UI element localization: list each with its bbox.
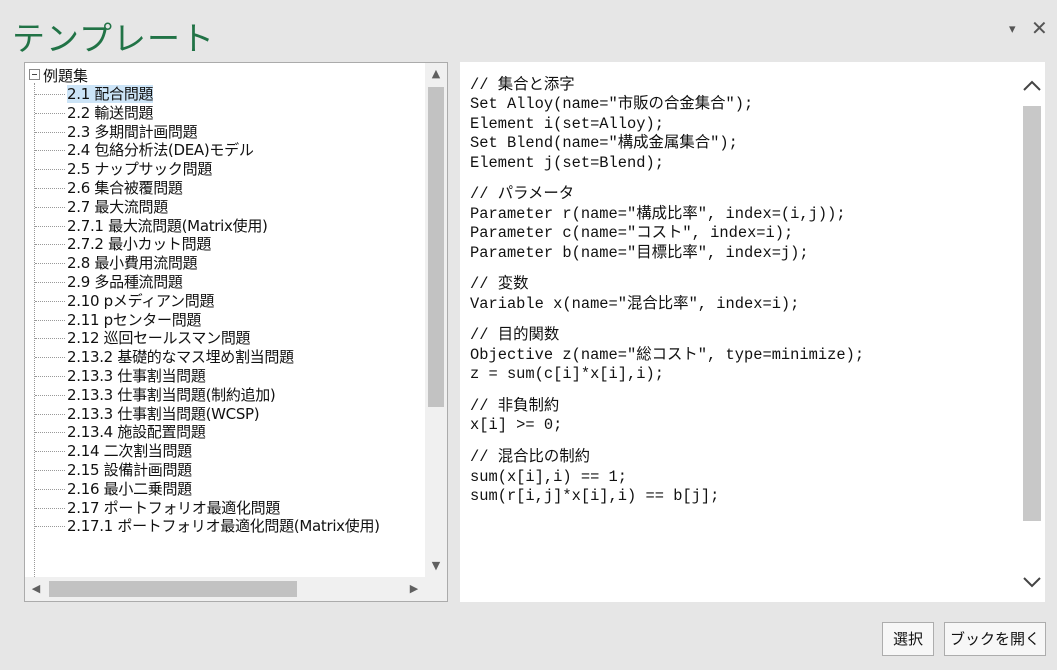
- tree-item[interactable]: 2.13.4 施設配置問題: [25, 423, 380, 442]
- tree-item[interactable]: 2.2 輸送問題: [25, 104, 380, 123]
- tree-item-label: 2.5 ナップサック問題: [67, 160, 213, 179]
- tree-item-label: 2.16 最小二乗問題: [67, 479, 192, 498]
- tree-item-label: 2.11 pセンター問題: [67, 310, 202, 329]
- tree-item[interactable]: 2.9 多品種流問題: [25, 273, 380, 292]
- tree-item[interactable]: 2.7 最大流問題: [25, 198, 380, 217]
- tree-item-label: 2.13.3 仕事割当問題(WCSP): [67, 404, 260, 423]
- code-line: Parameter c(name="コスト", index=i);: [470, 224, 794, 243]
- close-icon[interactable]: ✕: [1031, 16, 1048, 40]
- scroll-down-arrow-icon[interactable]: ▼: [425, 555, 447, 577]
- tree-item-label: 2.2 輸送問題: [67, 103, 154, 122]
- tree-item-label: 2.17.1 ポートフォリオ最適化問題(Matrix使用): [67, 517, 380, 536]
- scroll-right-arrow-icon[interactable]: ▶: [403, 578, 425, 600]
- code-line: Set Blend(name="構成金属集合");: [470, 134, 738, 153]
- code-preview[interactable]: // 集合と添字 Set Alloy(name="市販の合金集合"); Elemen…: [460, 62, 1045, 602]
- tree-item-label: 2.9 多品種流問題: [67, 272, 183, 291]
- code-line: Variable x(name="混合比率", index=i);: [470, 294, 800, 313]
- tree-item-label: 2.12 巡回セールスマン問題: [67, 329, 251, 348]
- open-book-button[interactable]: ブックを開く: [944, 622, 1046, 656]
- tree-item-label: 2.3 多期間計画問題: [67, 122, 198, 141]
- code-line: Element i(set=Alloy);: [470, 114, 664, 133]
- tree-item[interactable]: 2.15 設備計画問題: [25, 461, 380, 480]
- tree-horizontal-scrollbar[interactable]: ◀ ▶: [25, 577, 425, 601]
- code-line: z = sum(c[i]*x[i],i);: [470, 365, 664, 384]
- code-line: Element j(set=Blend);: [470, 153, 664, 172]
- tree-item[interactable]: 2.3 多期間計画問題: [25, 123, 380, 142]
- code-line: // 目的関数: [470, 326, 560, 345]
- tree-item[interactable]: 2.1 配合問題: [25, 85, 380, 104]
- select-button[interactable]: 選択: [882, 622, 934, 656]
- tree-item-label: 2.17 ポートフォリオ最適化問題: [67, 498, 281, 517]
- code-line: // 混合比の制約: [470, 448, 591, 467]
- scroll-thumb[interactable]: [428, 87, 444, 407]
- code-line: // パラメータ: [470, 185, 575, 204]
- tree-item-label: 2.1 配合問題: [67, 85, 154, 103]
- tree-list: 2.1 配合問題 2.2 輸送問題 2.3 多期間計画問題 2.4 包絡分析法(DEA…: [25, 85, 380, 536]
- tree-item-label: 2.13.4 施設配置問題: [67, 423, 206, 442]
- code-line: sum(x[i],i) == 1;: [470, 467, 628, 486]
- code-line: Objective z(name="総コスト", type=minimize);: [470, 345, 865, 364]
- tree-item-label: 2.4 包絡分析法(DEA)モデル: [67, 141, 254, 160]
- code-line: Set Alloy(name="市販の合金集合");: [470, 95, 754, 114]
- code-text: // 集合と添字 Set Alloy(name="市販の合金集合"); Elemen…: [470, 76, 1020, 506]
- tree-item[interactable]: 2.8 最小費用流問題: [25, 254, 380, 273]
- scroll-left-arrow-icon[interactable]: ◀: [25, 578, 47, 600]
- chevron-up-icon[interactable]: [1019, 74, 1045, 100]
- tree-item[interactable]: 2.13.2 基礎的なマス埋め割当問題: [25, 348, 380, 367]
- tree-item-label: 2.13.3 仕事割当問題: [67, 366, 206, 385]
- tree-item[interactable]: 2.12 巡回セールスマン問題: [25, 329, 380, 348]
- tree-item[interactable]: 2.7.2 最小カット問題: [25, 235, 380, 254]
- code-line: sum(r[i,j]*x[i],i) == b[j];: [470, 486, 720, 505]
- tree-item[interactable]: 2.6 集合被覆問題: [25, 179, 380, 198]
- tree-root-label: 例題集: [43, 67, 89, 85]
- tree-item[interactable]: 2.13.3 仕事割当問題(制約追加): [25, 386, 380, 405]
- tree-item-label: 2.13.2 基礎的なマス埋め割当問題: [67, 348, 294, 367]
- tree-item-label: 2.7.1 最大流問題(Matrix使用): [67, 216, 268, 235]
- code-line: // 非負制約: [470, 397, 560, 416]
- tree-item-label: 2.10 pメディアン問題: [67, 291, 215, 310]
- tree-item-label: 2.13.3 仕事割当問題(制約追加): [67, 385, 276, 404]
- tree-item-label: 2.8 最小費用流問題: [67, 254, 198, 273]
- scroll-thumb[interactable]: [1023, 106, 1041, 521]
- chevron-down-icon[interactable]: [1019, 570, 1045, 596]
- tree-content: 例題集 2.1 配合問題 2.2 輸送問題 2.3 多期間計画問題 2.4 包絡分析法…: [25, 63, 425, 577]
- scroll-up-arrow-icon[interactable]: ▲: [425, 63, 447, 85]
- collapse-icon[interactable]: [29, 69, 40, 80]
- tree-item[interactable]: 2.17 ポートフォリオ最適化問題: [25, 499, 380, 518]
- tree-vertical-scrollbar[interactable]: ▲ ▼: [425, 63, 447, 577]
- tree-item[interactable]: 2.10 pメディアン問題: [25, 292, 380, 311]
- tree-item[interactable]: 2.16 最小二乗問題: [25, 480, 380, 499]
- tree-item[interactable]: 2.7.1 最大流問題(Matrix使用): [25, 217, 380, 236]
- tree-root[interactable]: 例題集: [29, 67, 88, 85]
- dropdown-arrow-icon[interactable]: ▾: [1009, 22, 1016, 37]
- tree-item[interactable]: 2.4 包絡分析法(DEA)モデル: [25, 141, 380, 160]
- tree-item-label: 2.7.2 最小カット問題: [67, 235, 212, 254]
- tree-item[interactable]: 2.11 pセンター問題: [25, 311, 380, 330]
- code-line: // 集合と添字: [470, 76, 575, 94]
- tree-item[interactable]: 2.13.3 仕事割当問題(WCSP): [25, 405, 380, 424]
- tree-item[interactable]: 2.17.1 ポートフォリオ最適化問題(Matrix使用): [25, 517, 380, 536]
- scrollbar-corner: [425, 577, 447, 601]
- tree-item[interactable]: 2.13.3 仕事割当問題: [25, 367, 380, 386]
- dialog-title: テンプレート: [12, 19, 216, 58]
- code-line: Parameter b(name="目標比率", index=j);: [470, 243, 809, 262]
- code-line: Parameter r(name="構成比率", index=(i,j));: [470, 204, 846, 223]
- template-tree[interactable]: 例題集 2.1 配合問題 2.2 輸送問題 2.3 多期間計画問題 2.4 包絡分析法…: [24, 62, 448, 602]
- scroll-thumb[interactable]: [49, 581, 297, 597]
- tree-item[interactable]: 2.14 二次割当問題: [25, 442, 380, 461]
- tree-item-label: 2.7 最大流問題: [67, 197, 168, 216]
- tree-item-label: 2.15 設備計画問題: [67, 460, 192, 479]
- code-vertical-scrollbar[interactable]: [1019, 62, 1045, 602]
- code-line: // 変数: [470, 275, 529, 294]
- tree-item-label: 2.6 集合被覆問題: [67, 178, 183, 197]
- code-line: x[i] >= 0;: [470, 416, 563, 435]
- tree-item-label: 2.14 二次割当問題: [67, 442, 192, 461]
- tree-item[interactable]: 2.5 ナップサック問題: [25, 160, 380, 179]
